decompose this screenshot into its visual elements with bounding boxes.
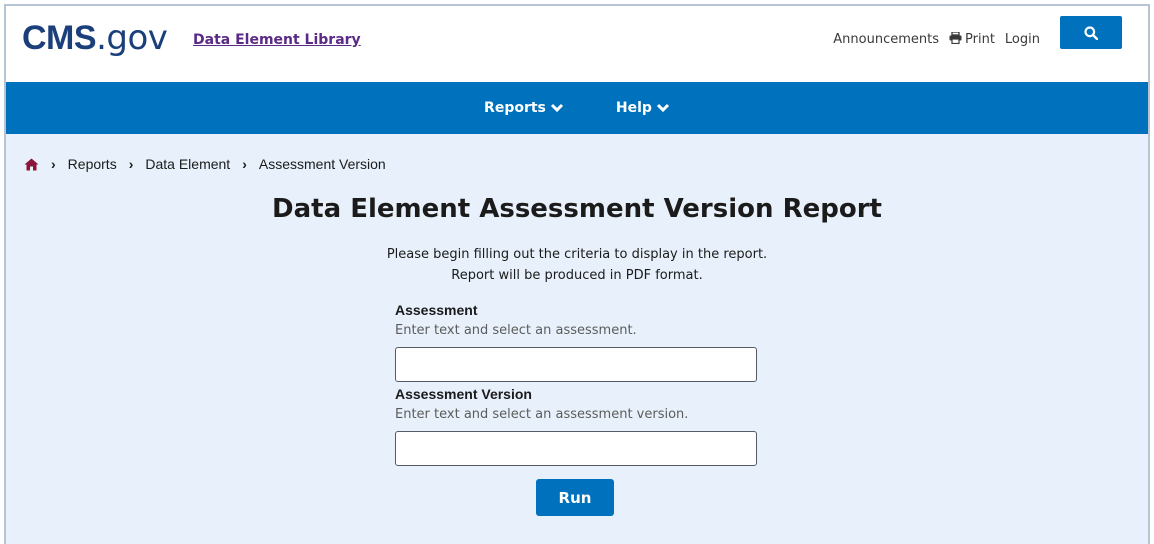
page-title: Data Element Assessment Version Report	[272, 194, 882, 224]
browser-frame: CMS.gov Data Element Library Announcemen…	[4, 4, 1150, 544]
data-element-library-link[interactable]: Data Element Library	[193, 32, 361, 48]
report-form: Assessment Enter text and select an asse…	[395, 302, 757, 466]
intro-text: Please begin filling out the criteria to…	[6, 244, 1148, 286]
assessment-input[interactable]	[395, 347, 757, 382]
login-link[interactable]: Login	[1005, 32, 1040, 47]
assessment-hint: Enter text and select an assessment.	[395, 323, 637, 338]
chevron-down-icon	[550, 103, 563, 113]
assessment-label: Assessment	[395, 302, 478, 318]
breadcrumb-assessment-version: Assessment Version	[258, 156, 386, 172]
intro-line-2: Report will be produced in PDF format.	[451, 268, 703, 283]
logo-secondary: .gov	[96, 18, 168, 58]
breadcrumb: › Reports › Data Element › Assessment Ve…	[24, 156, 386, 172]
assessment-version-input[interactable]	[395, 431, 757, 466]
assessment-version-label: Assessment Version	[395, 386, 532, 402]
intro-line-1: Please begin filling out the criteria to…	[386, 247, 768, 262]
breadcrumb-separator: ›	[128, 156, 134, 172]
home-icon[interactable]	[24, 158, 39, 171]
nav-reports-label: Reports	[484, 100, 546, 116]
logo-primary: CMS	[22, 19, 97, 57]
nav-help[interactable]: Help	[616, 100, 670, 116]
print-icon	[949, 32, 962, 44]
search-button[interactable]	[1060, 16, 1122, 49]
announcements-link[interactable]: Announcements	[833, 32, 939, 47]
breadcrumb-reports[interactable]: Reports	[68, 156, 117, 172]
nav-reports[interactable]: Reports	[484, 100, 564, 116]
breadcrumb-separator: ›	[242, 156, 247, 172]
search-icon	[1084, 25, 1098, 40]
nav-help-label: Help	[615, 100, 652, 116]
run-button[interactable]: Run	[536, 479, 614, 516]
assessment-version-hint: Enter text and select an assessment vers…	[395, 407, 689, 422]
print-link[interactable]: Print	[949, 32, 995, 47]
main-nav: Reports Help	[6, 82, 1148, 134]
breadcrumb-data-element[interactable]: Data Element	[145, 156, 230, 172]
chevron-down-icon	[656, 103, 670, 113]
site-header: CMS.gov Data Element Library Announcemen…	[6, 6, 1148, 82]
print-label: Print	[965, 32, 995, 47]
cms-logo[interactable]: CMS.gov	[22, 16, 168, 60]
breadcrumb-separator: ›	[51, 156, 56, 172]
utility-links: Announcements Print Login	[833, 32, 1040, 47]
